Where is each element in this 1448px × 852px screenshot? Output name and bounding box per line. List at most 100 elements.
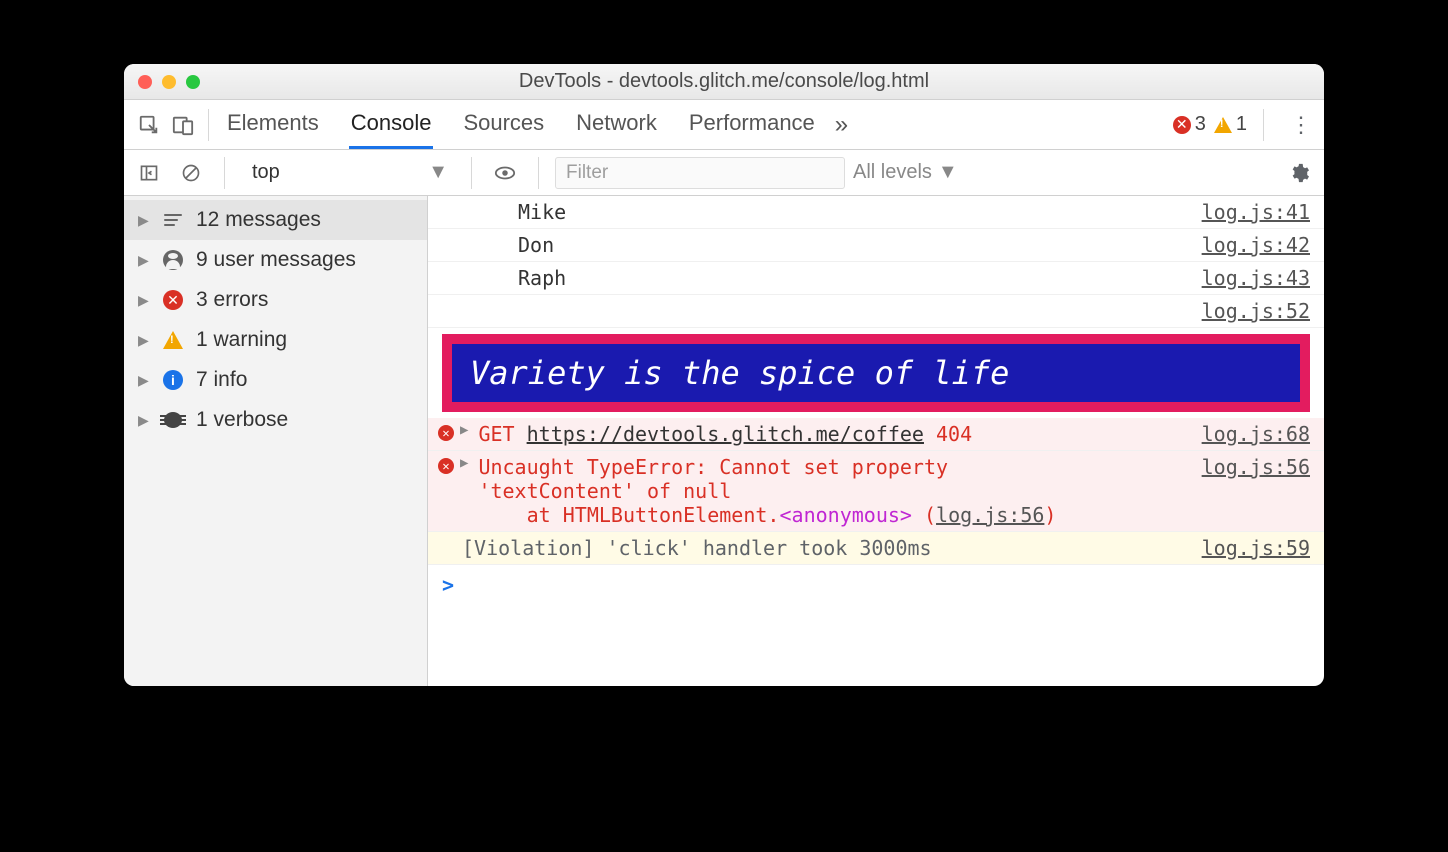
request-url[interactable]: https://devtools.glitch.me/coffee [527, 422, 924, 446]
titlebar: DevTools - devtools.glitch.me/console/lo… [124, 64, 1324, 100]
info-icon: i [162, 369, 184, 391]
chevron-right-icon: ▶ [138, 332, 150, 349]
bug-icon [162, 409, 184, 431]
error-icon: ✕ [1173, 116, 1191, 134]
status-counts: ✕ 3 1 ⋮ [1173, 109, 1316, 141]
http-status: 404 [936, 422, 972, 446]
sidebar-item-errors[interactable]: ▶ ✕ 3 errors [124, 280, 427, 320]
tab-console[interactable]: Console [349, 100, 434, 149]
chevron-down-icon: ▼ [938, 161, 958, 184]
source-link[interactable]: log.js:59 [1202, 536, 1310, 560]
chevron-right-icon: ▶ [138, 412, 150, 429]
sidebar-item-user[interactable]: ▶ 9 user messages [124, 240, 427, 280]
source-link[interactable]: log.js:42 [1202, 233, 1310, 257]
tab-performance[interactable]: Performance [687, 100, 817, 149]
styled-log-entry[interactable]: Variety is the spice of life [428, 328, 1324, 418]
devtools-tabs-bar: Elements Console Sources Network Perform… [124, 100, 1324, 150]
error-entry[interactable]: ✕ ▶ GET https://devtools.glitch.me/coffe… [428, 418, 1324, 451]
log-levels-label: All levels [853, 161, 932, 184]
log-entry[interactable]: log.js:52 [428, 295, 1324, 328]
warning-icon [162, 329, 184, 351]
warnings-count[interactable]: 1 [1214, 113, 1247, 136]
console-settings-icon[interactable] [1282, 156, 1316, 190]
settings-menu-icon[interactable]: ⋮ [1286, 112, 1316, 138]
console-output[interactable]: Mike log.js:41 Don log.js:42 Raph log.js… [428, 196, 1324, 686]
tabs-overflow-icon[interactable]: » [835, 111, 848, 139]
sidebar-item-label: 12 messages [196, 208, 321, 232]
console-body: ▶ 12 messages ▶ 9 user messages ▶ ✕ 3 er… [124, 196, 1324, 686]
tab-sources[interactable]: Sources [461, 100, 546, 149]
sidebar-item-warnings[interactable]: ▶ 1 warning [124, 320, 427, 360]
chevron-right-icon[interactable]: ▶ [456, 455, 472, 471]
list-icon [162, 209, 184, 231]
errors-count[interactable]: ✕ 3 [1173, 113, 1206, 136]
chevron-right-icon: ▶ [138, 372, 150, 389]
errors-count-value: 3 [1195, 113, 1206, 136]
sidebar-item-label: 1 warning [196, 328, 287, 352]
tab-elements[interactable]: Elements [225, 100, 321, 149]
sidebar-item-label: 1 verbose [196, 408, 288, 432]
warnings-count-value: 1 [1236, 113, 1247, 136]
log-entry[interactable]: Raph log.js:43 [428, 262, 1324, 295]
source-link[interactable]: log.js:56 [1202, 455, 1310, 479]
clear-console-icon[interactable] [174, 156, 208, 190]
styled-log-text: Variety is the spice of life [442, 334, 1310, 412]
log-message: Uncaught TypeError: Cannot set property … [472, 455, 1201, 527]
context-selector[interactable]: top ▼ [245, 157, 455, 188]
log-message: GET https://devtools.glitch.me/coffee 40… [472, 422, 1201, 446]
device-toggle-icon[interactable] [166, 108, 200, 142]
sidebar-item-label: 7 info [196, 368, 247, 392]
log-message: Don [512, 233, 1202, 257]
log-levels-selector[interactable]: All levels ▼ [853, 161, 958, 184]
console-toolbar: top ▼ All levels ▼ [124, 150, 1324, 196]
context-value: top [252, 161, 280, 184]
trace-link[interactable]: log.js:56 [936, 503, 1044, 527]
chevron-right-icon: ▶ [138, 252, 150, 269]
error-text-2: 'textContent' of null [478, 479, 731, 503]
source-link[interactable]: log.js:41 [1202, 200, 1310, 224]
chevron-down-icon: ▼ [428, 161, 448, 184]
divider [538, 157, 539, 189]
divider [208, 109, 209, 141]
divider [224, 157, 225, 189]
traffic-lights [138, 75, 200, 89]
sidebar-item-info[interactable]: ▶ i 7 info [124, 360, 427, 400]
divider [1263, 109, 1264, 141]
trace-label: at HTMLButtonElement. [527, 503, 780, 527]
divider [471, 157, 472, 189]
trace-anon: <anonymous> [779, 503, 911, 527]
sidebar-item-messages[interactable]: ▶ 12 messages [124, 200, 427, 240]
error-icon: ✕ [162, 289, 184, 311]
log-entry[interactable]: Mike log.js:41 [428, 196, 1324, 229]
prompt-caret: > [442, 573, 454, 597]
log-message: Mike [512, 200, 1202, 224]
log-message: [Violation] 'click' handler took 3000ms [456, 536, 1202, 560]
error-text-1: Uncaught TypeError: Cannot set property [478, 455, 948, 479]
warning-icon [1214, 117, 1232, 133]
toggle-sidebar-icon[interactable] [132, 156, 166, 190]
sidebar-item-verbose[interactable]: ▶ 1 verbose [124, 400, 427, 440]
chevron-right-icon: ▶ [138, 212, 150, 229]
source-link[interactable]: log.js:52 [1202, 299, 1310, 323]
chevron-right-icon: ▶ [138, 292, 150, 309]
console-prompt[interactable]: > [428, 565, 1324, 605]
panel-tabs: Elements Console Sources Network Perform… [225, 100, 817, 149]
chevron-right-icon[interactable]: ▶ [456, 422, 472, 438]
zoom-icon[interactable] [186, 75, 200, 89]
live-expression-icon[interactable] [488, 156, 522, 190]
console-sidebar: ▶ 12 messages ▶ 9 user messages ▶ ✕ 3 er… [124, 196, 428, 686]
log-message: Raph [512, 266, 1202, 290]
inspect-icon[interactable] [132, 108, 166, 142]
tab-network[interactable]: Network [574, 100, 659, 149]
sidebar-item-label: 3 errors [196, 288, 268, 312]
log-entry[interactable]: Don log.js:42 [428, 229, 1324, 262]
violation-entry[interactable]: [Violation] 'click' handler took 3000ms … [428, 532, 1324, 565]
devtools-window: DevTools - devtools.glitch.me/console/lo… [124, 64, 1324, 686]
source-link[interactable]: log.js:43 [1202, 266, 1310, 290]
error-entry[interactable]: ✕ ▶ Uncaught TypeError: Cannot set prope… [428, 451, 1324, 532]
close-icon[interactable] [138, 75, 152, 89]
minimize-icon[interactable] [162, 75, 176, 89]
source-link[interactable]: log.js:68 [1202, 422, 1310, 446]
window-title: DevTools - devtools.glitch.me/console/lo… [124, 70, 1324, 93]
filter-input[interactable] [555, 157, 845, 189]
